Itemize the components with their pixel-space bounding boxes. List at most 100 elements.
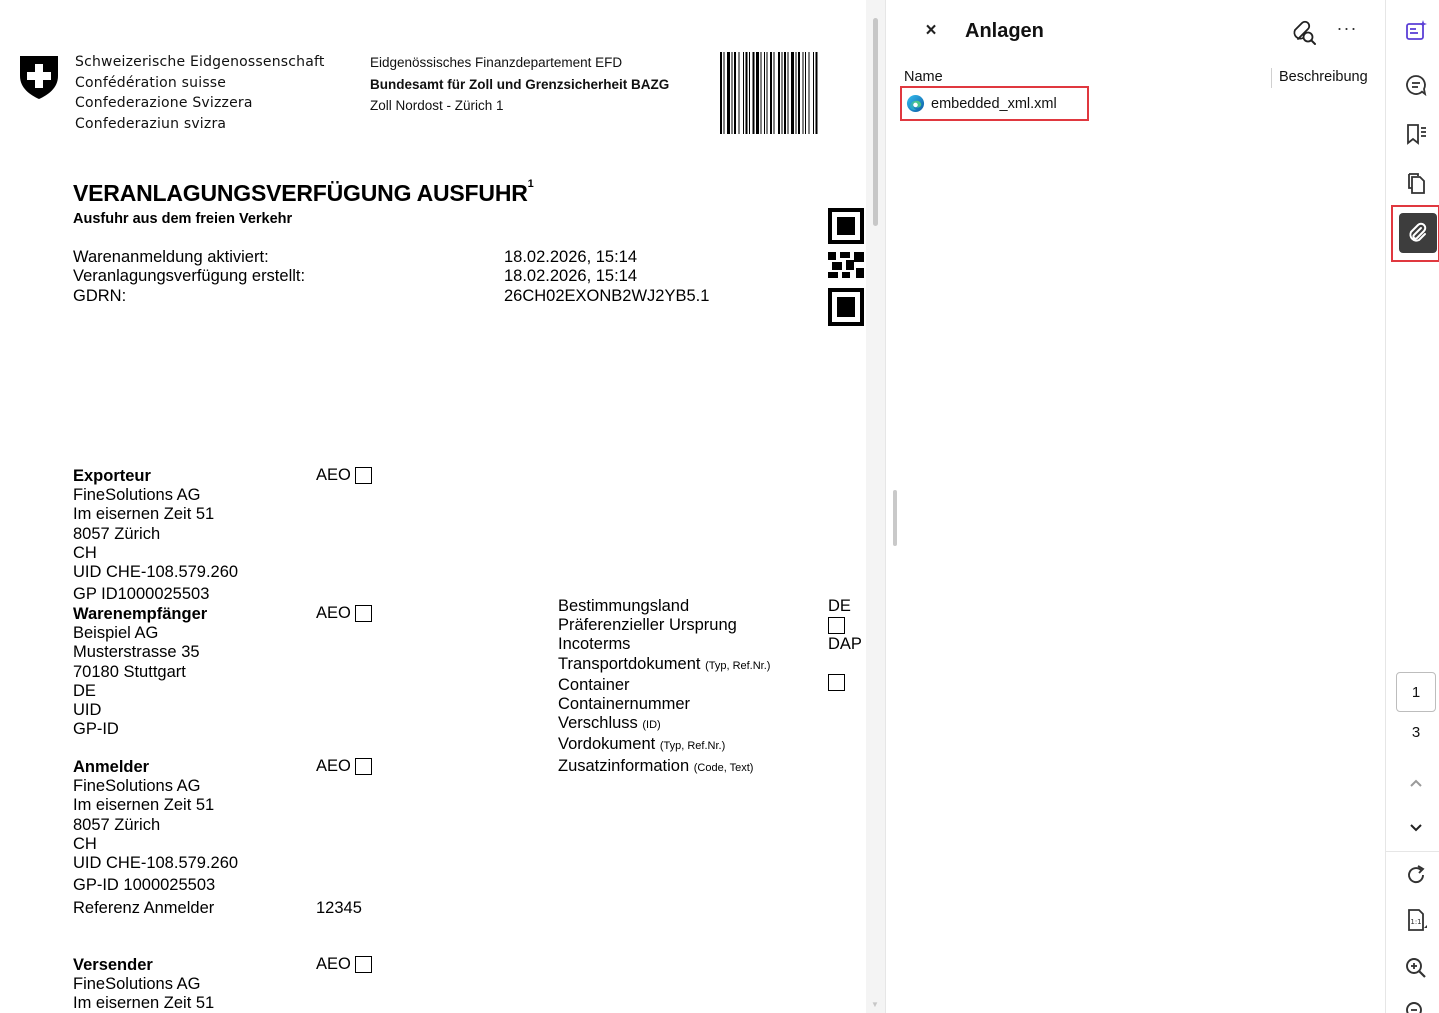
label-container: Container xyxy=(558,675,630,694)
actual-size-icon: 1:1 xyxy=(1408,909,1427,931)
federation-line: Confederazione Svizzera xyxy=(75,95,253,111)
section-heading: Exporteur xyxy=(73,467,151,485)
address-line: Musterstrasse 35 xyxy=(73,643,200,662)
pdf-document-view[interactable]: Schweizerische Eidgenossenschaft Confédé… xyxy=(0,0,866,1013)
address-line: FineSolutions AG xyxy=(73,486,201,505)
aeo-checkbox xyxy=(354,605,372,622)
value-bestimmungsland: DE xyxy=(828,597,851,615)
scrollbar-thumb[interactable] xyxy=(873,18,878,226)
panel-resize-handle[interactable] xyxy=(893,490,897,546)
federation-names: Schweizerische Eidgenossenschaft Confédé… xyxy=(75,52,325,134)
address-line: Im eisernen Zeit 51 xyxy=(73,994,215,1013)
zoom-out-icon xyxy=(1406,1002,1422,1013)
column-header-description[interactable]: Beschreibung xyxy=(1279,69,1368,85)
section-warenempfaenger: Warenempfänger Beispiel AG Musterstrasse… xyxy=(73,605,207,739)
chevron-down-icon xyxy=(1410,824,1422,832)
comments-button[interactable] xyxy=(1398,67,1434,103)
address-line: UID CHE-108.579.260 xyxy=(73,854,239,873)
actual-size-button[interactable]: 1:1 xyxy=(1398,902,1434,938)
address-line: CH xyxy=(73,543,97,562)
zoom-in-button[interactable] xyxy=(1398,950,1434,986)
label-transportdokument: Transportdokument (Typ, Ref.Nr.) xyxy=(558,654,771,673)
section-exporteur: Exporteur FineSolutions AG Im eisernen Z… xyxy=(73,467,238,604)
toolbar-divider xyxy=(1386,851,1439,852)
attachments-button[interactable] xyxy=(1399,213,1437,253)
address-line: UID xyxy=(73,701,102,720)
meta-value: 18.02.2026, 15:14 xyxy=(504,248,638,266)
total-pages: 3 xyxy=(1411,724,1421,741)
swiss-crest-logo xyxy=(20,56,58,99)
zoom-out-button[interactable] xyxy=(1398,994,1434,1013)
address-line: FineSolutions AG xyxy=(73,975,201,994)
meta-label: Veranlagungsverfügung erstellt: xyxy=(73,267,306,286)
search-document-icon xyxy=(1293,20,1316,45)
current-page-input[interactable]: 1 xyxy=(1396,672,1436,712)
label-verschluss: Verschluss (ID) xyxy=(558,714,661,733)
more-options-button[interactable]: ··· xyxy=(1335,18,1359,42)
federation-line: Confédération suisse xyxy=(75,74,227,91)
container-checkbox xyxy=(828,674,845,691)
ai-assistant-button[interactable] xyxy=(1398,13,1434,49)
attachment-filename: embedded_xml.xml xyxy=(931,95,1057,112)
label-bestimmungsland: Bestimmungsland xyxy=(558,597,690,615)
search-attachments-button[interactable] xyxy=(1291,20,1317,46)
aeo-exporteur: AEO xyxy=(316,466,372,485)
aeo-anmelder: AEO xyxy=(316,757,372,776)
next-page-button[interactable] xyxy=(1398,809,1434,845)
qr-code-image xyxy=(828,208,864,326)
aeo-checkbox xyxy=(354,467,372,484)
meta-value: 18.02.2026, 15:14 xyxy=(504,267,638,286)
issuing-authority: Eidgenössisches Finanzdepartement EFD Bu… xyxy=(370,52,669,117)
document-subtitle: Ausfuhr aus dem freien Verkehr xyxy=(73,211,293,227)
section-heading: Warenempfänger xyxy=(73,605,208,623)
value-incoterms: DAP xyxy=(828,635,862,653)
document-scrollbar[interactable]: ▼ xyxy=(866,0,885,1013)
scroll-down-arrow-icon[interactable]: ▼ xyxy=(871,1000,879,1009)
label-incoterms: Incoterms xyxy=(558,635,631,654)
gp-id: GP ID1000025503 xyxy=(73,585,210,604)
gp-id: GP-ID 1000025503 xyxy=(73,876,216,895)
section-versender: Versender FineSolutions AG Im eisernen Z… xyxy=(73,956,214,1013)
address-line: FineSolutions AG xyxy=(73,777,201,796)
referenz-value: 12345 xyxy=(316,899,362,917)
pages-button[interactable] xyxy=(1398,165,1434,201)
address-line: UID CHE-108.579.260 xyxy=(73,563,239,582)
pages-icon xyxy=(1408,173,1425,194)
address-line: 70180 Stuttgart xyxy=(73,662,186,681)
referenz-label: Referenz Anmelder xyxy=(73,899,215,918)
comment-icon xyxy=(1406,75,1427,97)
svg-text:1:1: 1:1 xyxy=(1410,918,1421,926)
paperclip-icon xyxy=(1409,222,1427,242)
federation-line: Schweizerische Eidgenossenschaft xyxy=(75,54,325,70)
label-vordokument: Vordokument (Typ, Ref.Nr.) xyxy=(558,735,726,754)
meta-label: GDRN: xyxy=(73,286,127,305)
aeo-checkbox xyxy=(354,956,372,973)
address-line: 8057 Zürich xyxy=(73,524,161,543)
address-line: GP-ID xyxy=(73,720,119,739)
close-panel-button[interactable]: × xyxy=(920,20,942,42)
ai-assistant-icon xyxy=(1406,20,1427,40)
meta-values: 18.02.2026, 15:14 18.02.2026, 15:14 26CH… xyxy=(504,248,709,306)
panel-title: Anlagen xyxy=(965,20,1044,42)
column-header-name[interactable]: Name xyxy=(904,69,943,85)
bookmarks-button[interactable] xyxy=(1398,116,1434,152)
label-ursprung: Präferenzieller Ursprung xyxy=(558,616,737,635)
previous-page-button[interactable] xyxy=(1398,766,1434,802)
attachments-panel: × Anlagen ··· Name Beschreibung embedded… xyxy=(885,0,1385,1013)
federation-line: Confederaziun svizra xyxy=(75,115,227,132)
rotate-button[interactable] xyxy=(1398,857,1434,893)
section-heading: Versender xyxy=(73,956,153,974)
document-title: VERANLAGUNGSVERFÜGUNG AUSFUHR1 xyxy=(73,178,534,206)
address-line: CH xyxy=(73,834,97,853)
column-divider[interactable] xyxy=(1271,68,1272,88)
zoom-in-icon xyxy=(1406,958,1426,978)
department-name: Eidgenössisches Finanzdepartement EFD xyxy=(370,55,623,70)
aeo-versender: AEO xyxy=(316,955,372,974)
address-line: DE xyxy=(73,681,96,700)
address-line: 8057 Zürich xyxy=(73,815,161,834)
address-line: Beispiel AG xyxy=(73,624,159,643)
barcode-image xyxy=(720,52,818,134)
aeo-empfaenger: AEO xyxy=(316,604,372,623)
address-line: Im eisernen Zeit 51 xyxy=(73,505,215,524)
attachment-item[interactable]: embedded_xml.xml xyxy=(900,86,1089,121)
